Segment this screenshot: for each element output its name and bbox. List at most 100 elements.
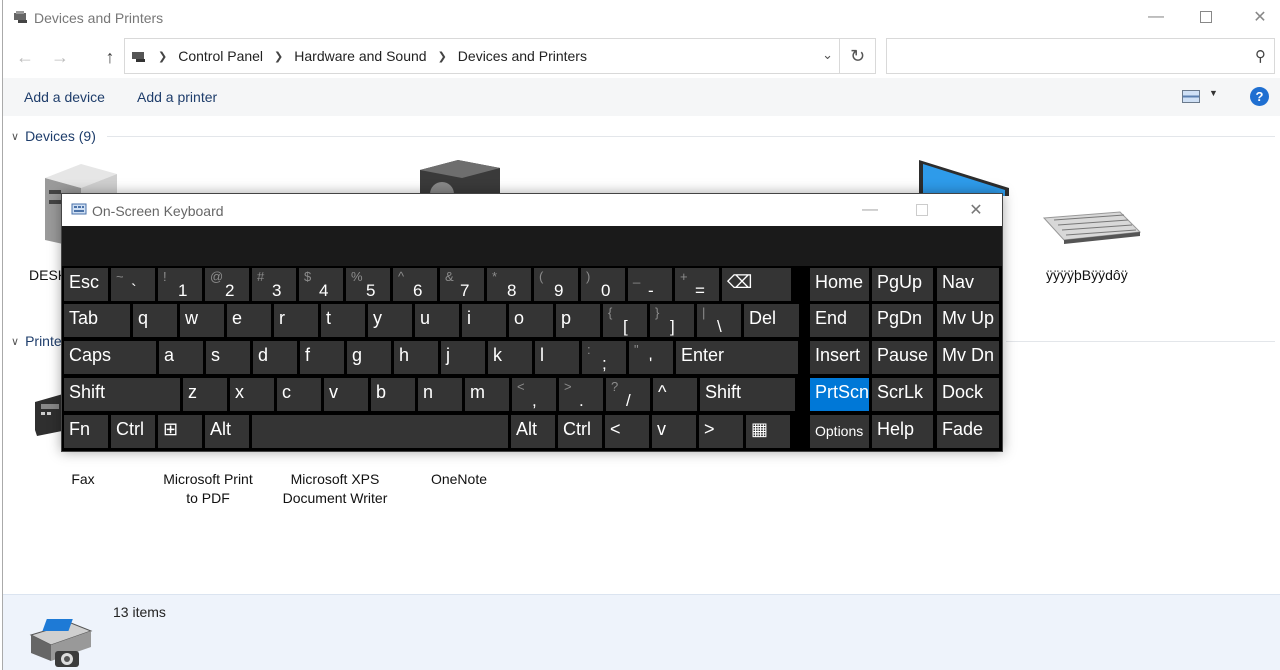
key-symbol[interactable]: " '	[629, 341, 673, 374]
minimize-button[interactable]: —	[1131, 0, 1181, 34]
add-printer-button[interactable]: Add a printer	[137, 89, 217, 105]
key-nav[interactable]: Nav	[937, 268, 999, 301]
key-p[interactable]: p	[556, 304, 600, 337]
osk-minimize-button[interactable]: —	[844, 194, 896, 226]
devices-group-header[interactable]: ∨ Devices (9)	[11, 128, 96, 144]
forward-button[interactable]: →	[46, 44, 74, 70]
crumb-control-panel[interactable]: Control Panel	[178, 48, 263, 64]
keyboard-device-icon[interactable]	[1040, 210, 1144, 246]
address-bar[interactable]: ❯ Control Panel ❯ Hardware and Sound ❯ D…	[124, 38, 876, 74]
key-y[interactable]: y	[368, 304, 412, 337]
maximize-button[interactable]	[1181, 0, 1231, 34]
printer-label-print-to-pdf[interactable]: Microsoft Print to PDF	[153, 470, 263, 508]
printer-label-xps-writer[interactable]: Microsoft XPS Document Writer	[275, 470, 395, 508]
key-pause[interactable]: Pause	[872, 341, 933, 374]
key-j[interactable]: j	[441, 341, 485, 374]
key-l[interactable]: l	[535, 341, 579, 374]
key-symbol[interactable]: ? /	[606, 378, 650, 411]
crumb-hardware-and-sound[interactable]: Hardware and Sound	[294, 48, 426, 64]
key-9[interactable]: (9	[534, 268, 578, 301]
key-1[interactable]: ! 1	[158, 268, 202, 301]
key-symbol[interactable]: ^	[653, 378, 697, 411]
key-g[interactable]: g	[347, 341, 391, 374]
key-pgdn[interactable]: PgDn	[872, 304, 933, 337]
key-symbol[interactable]: ⊞	[158, 415, 202, 448]
key-space[interactable]	[252, 415, 508, 448]
key-mvdn[interactable]: Mv Dn	[937, 341, 999, 374]
view-options-icon[interactable]	[1182, 90, 1200, 103]
key-pgup[interactable]: PgUp	[872, 268, 933, 301]
key-s[interactable]: s	[206, 341, 250, 374]
back-button[interactable]: ←	[11, 44, 39, 70]
key-c[interactable]: c	[277, 378, 321, 411]
key-symbol[interactable]: _ -	[628, 268, 672, 301]
key-help[interactable]: Help	[872, 415, 933, 448]
key-z[interactable]: z	[183, 378, 227, 411]
key-end[interactable]: End	[810, 304, 869, 337]
key-v[interactable]: v	[652, 415, 696, 448]
help-button[interactable]: ?	[1250, 87, 1269, 106]
key-4[interactable]: $4	[299, 268, 343, 301]
key-symbol[interactable]: + =	[675, 268, 719, 301]
key-8[interactable]: * 8	[487, 268, 531, 301]
key-ctrl[interactable]: Ctrl	[111, 415, 155, 448]
key-e[interactable]: e	[227, 304, 271, 337]
key-alt[interactable]: Alt	[511, 415, 555, 448]
key-3[interactable]: #3	[252, 268, 296, 301]
printer-label-fax[interactable]: Fax	[65, 470, 101, 489]
key-symbol[interactable]: {[	[603, 304, 647, 337]
key-home[interactable]: Home	[810, 268, 869, 301]
osk-title-bar[interactable]: On-Screen Keyboard — ✕	[62, 194, 1002, 226]
key-k[interactable]: k	[488, 341, 532, 374]
add-device-button[interactable]: Add a device	[24, 89, 105, 105]
key-mvup[interactable]: Mv Up	[937, 304, 999, 337]
key-a[interactable]: a	[159, 341, 203, 374]
refresh-button[interactable]: ↻	[839, 39, 875, 73]
key-fade[interactable]: Fade	[937, 415, 999, 448]
device-label[interactable]: ÿÿÿÿþBÿÿdôÿ	[1046, 266, 1128, 285]
key-2[interactable]: @2	[205, 268, 249, 301]
key-7[interactable]: & 7	[440, 268, 484, 301]
crumb-devices-and-printers[interactable]: Devices and Printers	[458, 48, 587, 64]
key-m[interactable]: m	[465, 378, 509, 411]
chevron-down-icon[interactable]: ⌄	[822, 47, 833, 63]
key-symbol[interactable]: >	[699, 415, 743, 448]
key-o[interactable]: o	[509, 304, 553, 337]
key-t[interactable]: t	[321, 304, 365, 337]
key-esc[interactable]: Esc	[64, 268, 108, 301]
monitor-icon[interactable]	[917, 160, 1013, 196]
key-u[interactable]: u	[415, 304, 459, 337]
key-dock[interactable]: Dock	[937, 378, 999, 411]
search-input[interactable]: ⚲	[886, 38, 1275, 74]
close-button[interactable]: ✕	[1235, 0, 1280, 34]
key-fn[interactable]: Fn	[64, 415, 108, 448]
key-x[interactable]: x	[230, 378, 274, 411]
key-b[interactable]: b	[371, 378, 415, 411]
up-button[interactable]: ↑	[96, 44, 124, 70]
key-v[interactable]: v	[324, 378, 368, 411]
key-enter[interactable]: Enter	[676, 341, 798, 374]
key-symbol[interactable]: | \	[697, 304, 741, 337]
key-ctrl[interactable]: Ctrl	[558, 415, 602, 448]
key-0[interactable]: ) 0	[581, 268, 625, 301]
key-h[interactable]: h	[394, 341, 438, 374]
key-6[interactable]: ^ 6	[393, 268, 437, 301]
key-shift[interactable]: Shift	[700, 378, 795, 411]
key-symbol[interactable]: }]	[650, 304, 694, 337]
key-5[interactable]: % 5	[346, 268, 390, 301]
key-symbol[interactable]: >.	[559, 378, 603, 411]
key-i[interactable]: i	[462, 304, 506, 337]
key-caps[interactable]: Caps	[64, 341, 156, 374]
key-shift[interactable]: Shift	[64, 378, 180, 411]
key-tab[interactable]: Tab	[64, 304, 130, 337]
key-symbol[interactable]: <	[605, 415, 649, 448]
key-scrlk[interactable]: ScrLk	[872, 378, 933, 411]
key-n[interactable]: n	[418, 378, 462, 411]
key-del[interactable]: Del	[744, 304, 799, 337]
key-options[interactable]: Options	[810, 415, 869, 448]
key-d[interactable]: d	[253, 341, 297, 374]
chevron-down-icon[interactable]: ▼	[1209, 88, 1218, 98]
osk-close-button[interactable]: ✕	[950, 194, 1002, 226]
key-prtscn[interactable]: PrtScn	[810, 378, 869, 411]
key-insert[interactable]: Insert	[810, 341, 869, 374]
